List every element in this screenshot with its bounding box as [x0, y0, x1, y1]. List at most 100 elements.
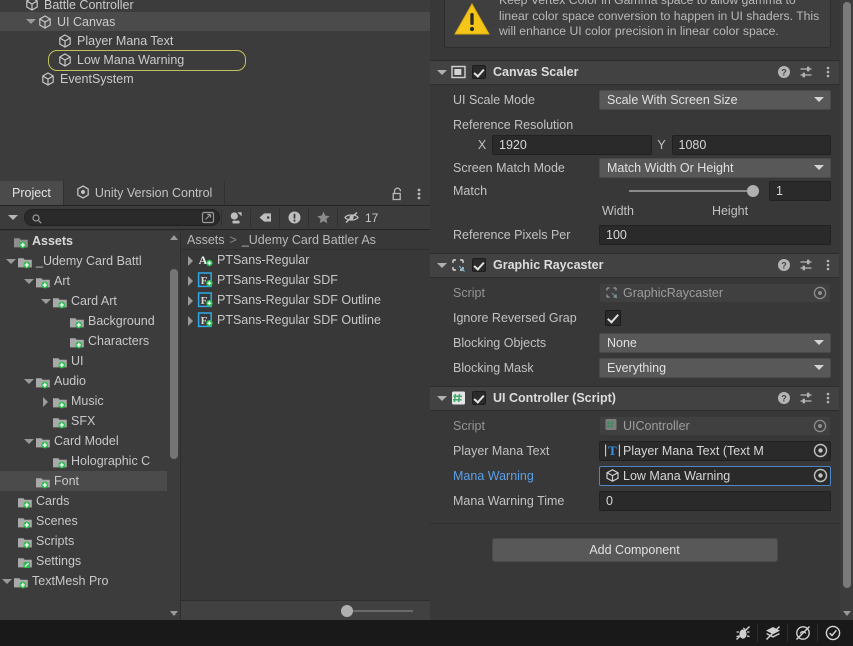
object-picker-icon-mana-warning[interactable] — [810, 467, 830, 485]
foldout-arrow-canvas-scaler[interactable] — [434, 64, 450, 80]
eye-off-icon[interactable] — [339, 208, 365, 228]
input-match-value[interactable]: 1 — [769, 180, 831, 201]
slider-match-knob[interactable] — [747, 184, 759, 197]
foldout-closed-icon[interactable] — [184, 294, 197, 307]
breadcrumb-current[interactable]: _Udemy Card Battler As — [242, 233, 376, 247]
kebab-menu-icon-graphic-raycaster[interactable] — [817, 256, 839, 274]
hierarchy-row[interactable]: UI Canvas — [0, 12, 430, 31]
project-tree-row[interactable]: Scripts — [0, 531, 180, 551]
add-component-button[interactable]: Add Component — [491, 537, 778, 562]
foldout-open-icon[interactable] — [22, 275, 35, 288]
asset-row[interactable]: F PTSans-Regular SDF Outline — [181, 310, 430, 330]
slider-match[interactable] — [599, 181, 765, 201]
filter-by-issue-icon[interactable] — [281, 208, 307, 228]
project-tree-row[interactable]: Audio — [0, 371, 180, 391]
foldout-closed-icon[interactable] — [39, 395, 52, 408]
project-tree-row[interactable]: Background — [0, 311, 180, 331]
filter-by-type-icon[interactable] — [223, 208, 249, 228]
help-icon[interactable]: ? — [773, 63, 795, 81]
input-ref-res-x[interactable]: 1920 — [492, 134, 652, 155]
inspector-scrollbar[interactable] — [840, 0, 853, 620]
project-tree-row[interactable]: Characters — [0, 331, 180, 351]
tab-unity-version-control[interactable]: Unity Version Control — [63, 181, 226, 205]
project-tree-row[interactable]: SFX — [0, 411, 180, 431]
help-icon-ui-controller[interactable]: ? — [773, 389, 795, 407]
project-tree-row[interactable]: Card Art — [0, 291, 180, 311]
preset-icon-graphic-raycaster[interactable] — [795, 256, 817, 274]
filter-by-favorite-icon[interactable] — [310, 208, 336, 228]
project-folder-tree[interactable]: Assets _Udemy Card Battl Art Card Art Backgr… — [0, 231, 181, 620]
help-icon-graphic-raycaster[interactable]: ? — [773, 256, 795, 274]
asset-row[interactable]: F PTSans-Regular SDF Outline — [181, 290, 430, 310]
check-circle-icon[interactable] — [818, 622, 847, 644]
search-input[interactable] — [46, 210, 197, 225]
layers-off-icon[interactable] — [758, 622, 787, 644]
inspector-scroll-thumb[interactable] — [843, 2, 851, 588]
objectfield-mana-warning[interactable]: Low Mana Warning — [599, 465, 831, 486]
project-tree-row[interactable]: _Udemy Card Battl — [0, 251, 180, 271]
foldout-arrow-ui-controller[interactable] — [434, 390, 450, 406]
scroll-up-arrow[interactable] — [167, 231, 180, 244]
foldout-open-icon[interactable] — [24, 15, 37, 28]
asset-zoom-slider[interactable] — [341, 604, 413, 618]
foldout-open-icon[interactable] — [39, 295, 52, 308]
search-box[interactable] — [24, 209, 220, 226]
foldout-open-icon[interactable] — [0, 575, 13, 588]
asset-row[interactable]: F PTSans-Regular SDF — [181, 270, 430, 290]
project-tree-row[interactable]: TextMesh Pro — [0, 571, 180, 591]
project-tree-row[interactable]: Art — [0, 271, 180, 291]
enable-checkbox-canvas-scaler[interactable] — [472, 65, 486, 80]
kebab-menu-icon-ui-controller[interactable] — [817, 389, 839, 407]
expand-window-icon[interactable] — [201, 211, 215, 224]
asset-row[interactable]: A PTSans-Regular — [181, 250, 430, 270]
project-tree-row[interactable]: Settings — [0, 551, 180, 571]
kebab-menu-icon[interactable] — [408, 183, 430, 205]
project-tree-scrollbar[interactable] — [167, 231, 180, 620]
component-header-canvas-scaler[interactable]: Canvas Scaler ? — [430, 59, 839, 85]
project-tree-row[interactable]: Holographic C — [0, 451, 180, 471]
filter-by-label-icon[interactable] — [252, 208, 278, 228]
scroll-thumb[interactable] — [170, 269, 178, 459]
foldout-open-icon[interactable] — [22, 375, 35, 388]
hierarchy-row[interactable]: Player Mana Text — [0, 31, 430, 50]
preset-icon[interactable] — [795, 63, 817, 81]
debug-off-icon[interactable] — [728, 622, 757, 644]
foldout-closed-icon[interactable] — [184, 314, 197, 327]
kebab-menu-icon-canvas-scaler[interactable] — [817, 63, 839, 81]
zoom-slider-knob[interactable] — [341, 604, 353, 617]
project-tree-row[interactable]: UI — [0, 351, 180, 371]
dropdown-ui-scale-mode[interactable]: Scale With Screen Size — [599, 89, 831, 110]
project-tree-row[interactable]: Font — [0, 471, 180, 491]
breadcrumb-root[interactable]: Assets — [187, 233, 225, 247]
hierarchy-panel[interactable]: Battle Controller UI Canvas Player Mana Te… — [0, 0, 430, 182]
project-tree-row[interactable]: Cards — [0, 491, 180, 511]
hierarchy-row[interactable]: Low Mana Warning — [0, 50, 430, 71]
hierarchy-row[interactable]: EventSystem — [0, 69, 430, 88]
foldout-open-icon[interactable] — [22, 435, 35, 448]
dropdown-blocking-objects[interactable]: None — [599, 332, 831, 353]
foldout-arrow-graphic-raycaster[interactable] — [434, 257, 450, 273]
project-tree-row[interactable]: Scenes — [0, 511, 180, 531]
enable-checkbox-graphic-raycaster[interactable] — [472, 258, 486, 273]
project-tree-row[interactable]: Assets — [0, 231, 180, 251]
input-reference-pixels-per-unit[interactable]: 100 — [599, 224, 831, 245]
input-mana-warning-time[interactable]: 0 — [599, 490, 831, 511]
scroll-down-arrow[interactable] — [167, 607, 180, 620]
lock-open-icon[interactable] — [386, 183, 408, 205]
foldout-closed-icon[interactable] — [184, 254, 197, 267]
foldout-closed-icon[interactable] — [184, 274, 197, 287]
component-header-graphic-raycaster[interactable]: Graphic Raycaster ? — [430, 252, 839, 278]
tab-project[interactable]: Project — [0, 181, 64, 205]
component-header-ui-controller[interactable]: UI Controller (Script) ? — [430, 385, 839, 411]
enable-checkbox-ui-controller[interactable] — [472, 391, 486, 406]
checkbox-ignore-reversed-graphics[interactable] — [605, 309, 621, 326]
project-asset-list[interactable]: Assets > _Udemy Card Battler As A PTSans-… — [181, 231, 430, 620]
preset-icon-ui-controller[interactable] — [795, 389, 817, 407]
dropdown-screen-match-mode[interactable]: Match Width Or Height — [599, 157, 831, 178]
inspector-scroll-down-arrow[interactable] — [840, 607, 853, 620]
objectfield-player-mana-text[interactable]: T Player Mana Text (Text M — [599, 440, 831, 461]
hierarchy-row[interactable]: Battle Controller — [0, 0, 430, 12]
dropdown-blocking-mask[interactable]: Everything — [599, 357, 831, 378]
project-tree-row[interactable]: Music — [0, 391, 180, 411]
object-picker-icon-player-mana-text[interactable] — [810, 442, 830, 460]
